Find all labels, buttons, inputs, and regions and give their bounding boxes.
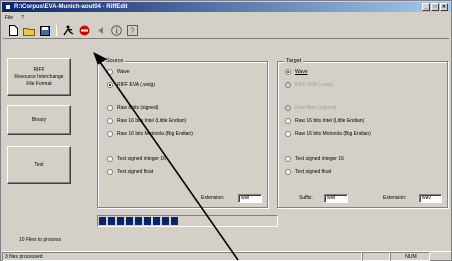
close-button[interactable]: ✕ xyxy=(440,3,448,11)
toolbar: ? xyxy=(3,23,449,39)
source-extension-label: Extension: xyxy=(201,195,225,201)
radio-button[interactable] xyxy=(285,131,291,137)
menu-bar: File ? xyxy=(3,14,24,22)
source-raw16-intel-option[interactable]: Raw 16 bits Intel (Little Endian) xyxy=(107,118,186,124)
source-text-float-label: Text signed float xyxy=(117,169,154,175)
radio-button[interactable] xyxy=(107,131,113,137)
radio-button[interactable] xyxy=(107,156,113,162)
source-text-int16-label: Text signed integer 16 xyxy=(117,156,166,162)
source-raw16-intel-label: Raw 16 bits Intel (Little Endian) xyxy=(117,118,187,124)
radio-button-disabled xyxy=(285,105,291,111)
app-window: R:\Corpus\EVA-Munich-aout04 - RiffEdit _… xyxy=(0,0,452,261)
svg-text:?: ? xyxy=(130,27,135,36)
target-group-title: Target xyxy=(284,57,304,65)
target-raw8-option: Raw 8bits (signed) xyxy=(285,105,336,111)
target-text-float-label: Text signed float xyxy=(295,169,332,175)
app-icon xyxy=(5,4,11,10)
radio-button-selected[interactable] xyxy=(107,82,113,88)
num-lock-indicator: NUM xyxy=(390,252,430,261)
radio-button-disabled xyxy=(285,82,291,88)
toolbar-separator xyxy=(56,25,57,36)
target-suffix-label: Suffix: xyxy=(299,195,313,201)
target-text-float-option[interactable]: Text signed float xyxy=(285,169,331,175)
menu-file[interactable]: File xyxy=(5,14,13,22)
target-text-int16-label: Text signed integer 16 xyxy=(295,156,344,162)
radio-button[interactable] xyxy=(285,169,291,175)
target-extension-label: Extension: xyxy=(383,195,407,201)
riff-format-button[interactable]: RIFF Resource Interchange File Format xyxy=(7,58,71,96)
target-text-int16-option[interactable]: Text signed integer 16 xyxy=(285,156,344,162)
target-wave-label: Wave xyxy=(295,69,308,75)
target-raw8-label: Raw 8bits (signed) xyxy=(295,105,337,111)
help-icon[interactable]: ? xyxy=(126,25,138,37)
text-format-label: Text xyxy=(34,161,44,168)
progress-fill xyxy=(99,217,179,225)
target-riff-eva-label: RIFF EVA (.wsig) xyxy=(295,82,333,88)
target-extension-input[interactable]: wav xyxy=(419,194,442,203)
status-text: 3 files processed xyxy=(2,252,362,261)
status-empty-panel xyxy=(362,252,390,261)
back-icon[interactable] xyxy=(94,25,106,37)
source-raw8-option[interactable]: Raw 8bits (signed) xyxy=(107,105,158,111)
stop-icon[interactable] xyxy=(78,25,90,37)
target-raw16-intel-option[interactable]: Raw 16 bits Intel (Little Endian) xyxy=(285,118,364,124)
source-text-int16-option[interactable]: Text signed integer 16 xyxy=(107,156,166,162)
info-icon[interactable] xyxy=(110,25,122,37)
source-wave-label: Wave xyxy=(117,69,130,75)
source-text-float-option[interactable]: Text signed float xyxy=(107,169,153,175)
window-title: R:\Corpus\EVA-Munich-aout04 - RiffEdit xyxy=(14,4,128,10)
files-to-process-text: 10 Files to process xyxy=(19,237,61,243)
source-wave-option[interactable]: Wave xyxy=(107,69,130,75)
riff-format-label: RIFF Resource Interchange File Format xyxy=(14,66,64,87)
open-folder-icon[interactable] xyxy=(23,25,35,37)
progress-bar xyxy=(97,215,278,227)
menu-help[interactable]: ? xyxy=(21,14,24,22)
maximize-button[interactable]: □ xyxy=(431,3,439,11)
source-riff-eva-option[interactable]: RIFF EVA (.wsig) xyxy=(107,82,155,88)
source-raw16-motorola-option[interactable]: Raw 16 bits Motorola (Big Endian) xyxy=(107,131,193,137)
target-riff-eva-option: RIFF EVA (.wsig) xyxy=(285,82,333,88)
radio-button[interactable] xyxy=(107,169,113,175)
radio-button[interactable] xyxy=(107,105,113,111)
target-raw16-motorola-label: Raw 16 bits Motorola (Big Endian) xyxy=(295,131,371,137)
source-extension-input[interactable]: wsil xyxy=(238,194,262,203)
radio-button[interactable] xyxy=(107,118,113,124)
text-format-button[interactable]: Text xyxy=(7,146,71,184)
source-group-title: Source xyxy=(104,57,126,65)
binary-format-label: Binary xyxy=(31,116,47,123)
save-icon[interactable] xyxy=(39,25,51,37)
source-raw16-motorola-label: Raw 16 bits Motorola (Big Endian) xyxy=(117,131,193,137)
target-wave-option[interactable]: Wave xyxy=(285,69,308,75)
target-raw16-motorola-option[interactable]: Raw 16 bits Motorola (Big Endian) xyxy=(285,131,371,137)
radio-button-selected[interactable] xyxy=(285,69,291,75)
source-raw8-label: Raw 8bits (signed) xyxy=(117,105,159,111)
target-raw16-intel-label: Raw 16 bits Intel (Little Endian) xyxy=(295,118,365,124)
minimize-button[interactable]: _ xyxy=(422,3,430,11)
status-bar: 3 files processed NUM xyxy=(2,251,451,261)
binary-format-button[interactable]: Binary xyxy=(7,105,71,135)
radio-button[interactable] xyxy=(285,118,291,124)
title-bar[interactable]: R:\Corpus\EVA-Munich-aout04 - RiffEdit _… xyxy=(2,2,451,12)
radio-button[interactable] xyxy=(107,69,113,75)
source-riff-eva-label: RIFF EVA (.wsig) xyxy=(117,82,155,88)
target-suffix-input[interactable]: wsil xyxy=(324,194,348,203)
run-icon[interactable] xyxy=(62,25,74,37)
new-file-icon[interactable] xyxy=(7,25,19,37)
radio-button[interactable] xyxy=(285,156,291,162)
